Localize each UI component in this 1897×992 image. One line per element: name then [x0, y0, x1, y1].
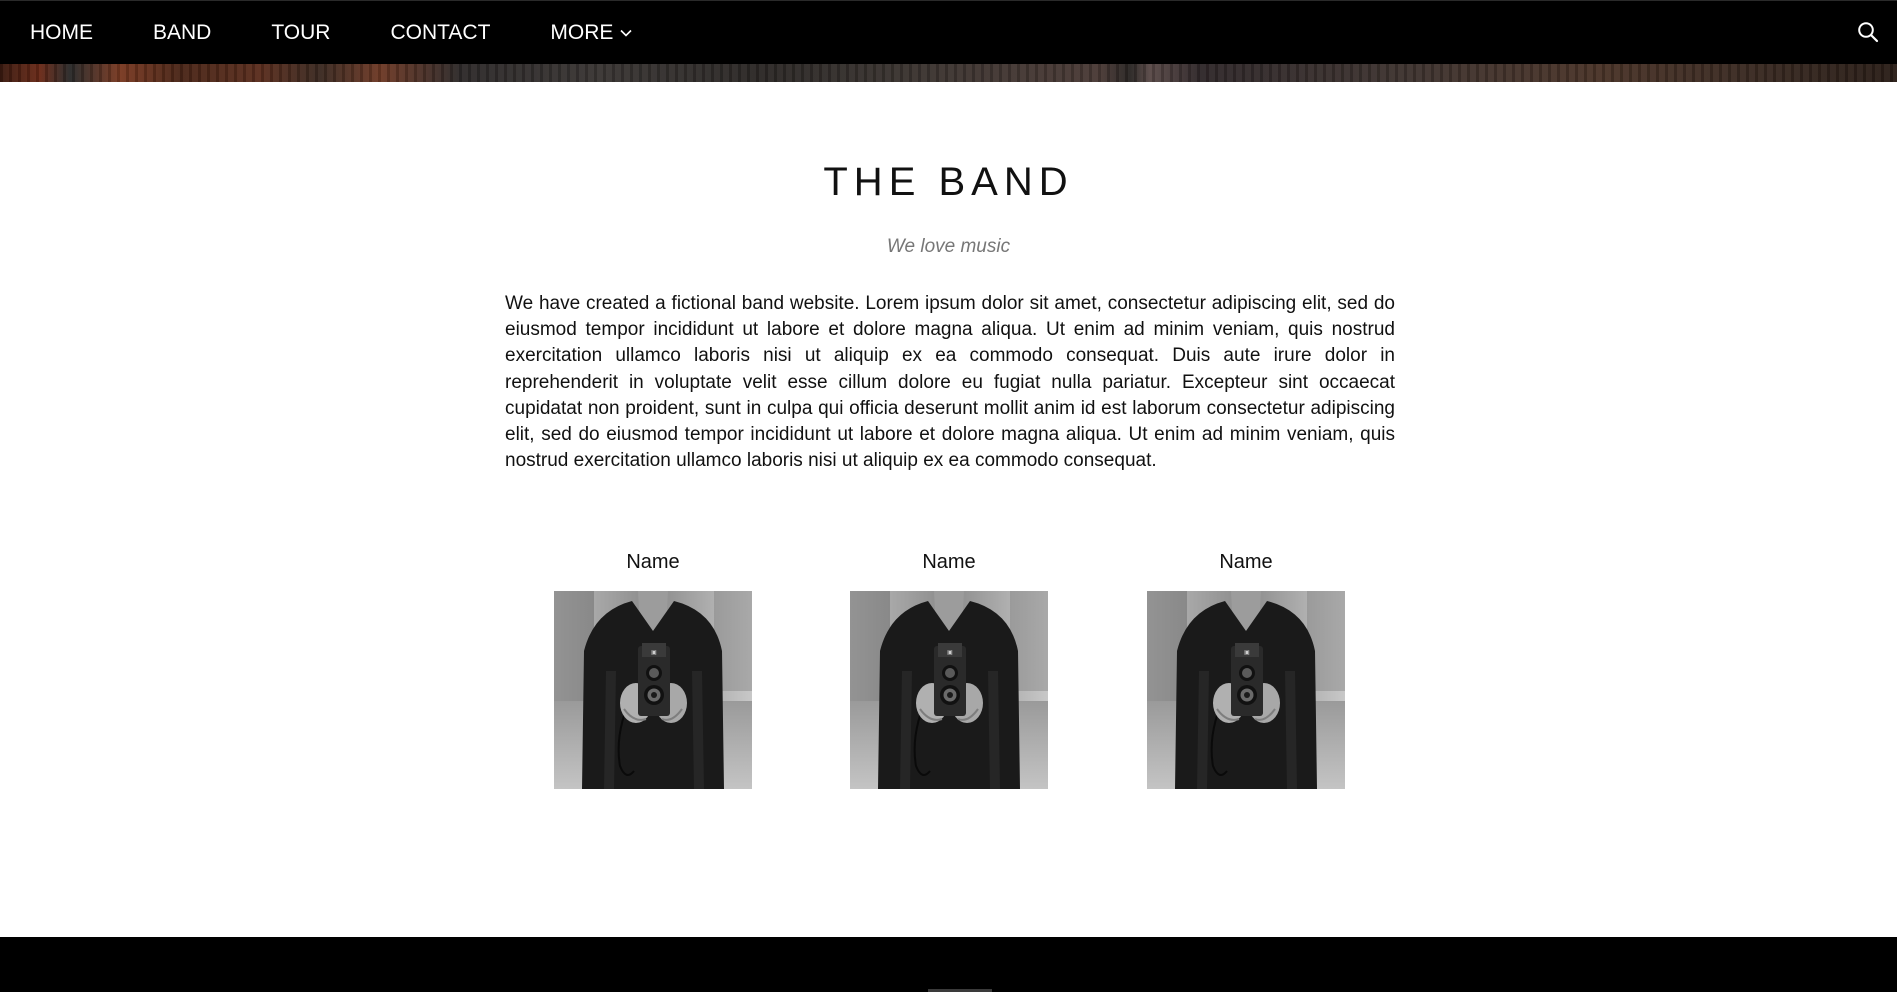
band-description: We have created a fictional band website… [505, 293, 1395, 472]
nav-item-more[interactable]: MORE [520, 1, 663, 65]
nav-item-band[interactable]: BAND [123, 1, 241, 65]
member-name: Name [626, 551, 680, 573]
band-member: Name [850, 547, 1048, 789]
section-subtitle: We love music [886, 236, 1011, 257]
band-members: Name Name Name [0, 547, 1897, 807]
band-section: THE BAND We love music We have created a… [0, 82, 1897, 937]
band-member: Name [554, 547, 752, 789]
member-photo[interactable] [1147, 591, 1345, 789]
chevron-down-icon [620, 29, 632, 37]
search-icon [1858, 22, 1879, 43]
band-member: Name [1147, 547, 1345, 789]
member-name: Name [922, 551, 976, 573]
section-title: THE BAND [823, 160, 1074, 204]
nav-item-tour[interactable]: TOUR [241, 1, 360, 65]
member-name: Name [1219, 551, 1273, 573]
member-photo[interactable] [554, 591, 752, 789]
nav-item-contact[interactable]: CONTACT [360, 1, 520, 65]
member-photo[interactable] [850, 591, 1048, 789]
nav-item-home[interactable]: HOME [0, 1, 123, 65]
nav-item-more-label: MORE [550, 20, 614, 44]
hero-image-strip [0, 64, 1897, 82]
search-button[interactable] [1853, 17, 1883, 47]
top-navigation-bar: HOME BAND TOUR CONTACT MORE [0, 0, 1897, 64]
footer [0, 937, 1897, 992]
